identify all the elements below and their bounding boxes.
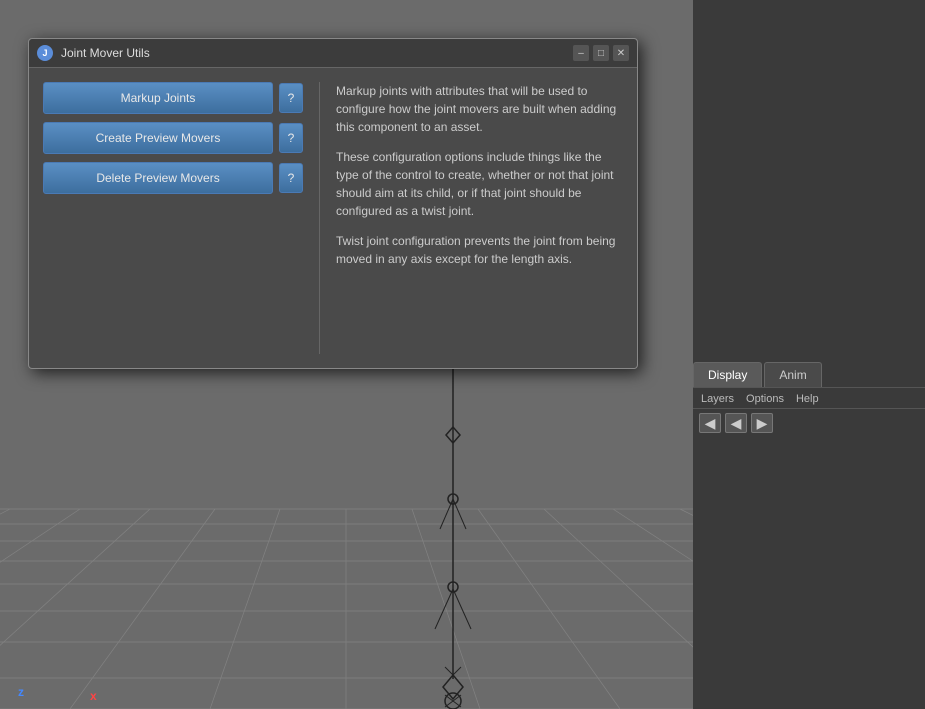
- delete-preview-movers-row: Delete Preview Movers ?: [43, 162, 303, 194]
- dialog-info-text: Markup joints with attributes that will …: [336, 82, 623, 354]
- panel-icon-3[interactable]: ▶: [751, 413, 773, 433]
- close-button[interactable]: ✕: [613, 45, 629, 61]
- right-panel-top-space: [693, 0, 925, 360]
- info-para-1: Markup joints with attributes that will …: [336, 82, 623, 136]
- right-panel-icon-bar: ◀ ◀ ▶: [693, 409, 925, 437]
- subtab-help[interactable]: Help: [794, 392, 821, 406]
- maximize-button[interactable]: □: [593, 45, 609, 61]
- z-axis-label: z: [18, 685, 24, 699]
- dialog-app-icon: J: [37, 45, 53, 61]
- tab-display[interactable]: Display: [693, 362, 762, 387]
- delete-preview-movers-help-button[interactable]: ?: [279, 163, 303, 193]
- dialog-window: J Joint Mover Utils – □ ✕ Markup Joints …: [28, 38, 638, 369]
- x-axis-label: x: [90, 689, 97, 703]
- create-preview-movers-help-button[interactable]: ?: [279, 123, 303, 153]
- info-para-3: Twist joint configuration prevents the j…: [336, 232, 623, 268]
- dialog-titlebar: J Joint Mover Utils – □ ✕: [29, 39, 637, 68]
- create-preview-movers-row: Create Preview Movers ?: [43, 122, 303, 154]
- right-panel: Display Anim Layers Options Help ◀ ◀ ▶: [693, 0, 925, 709]
- panel-icon-2[interactable]: ◀: [725, 413, 747, 433]
- panel-icon-1[interactable]: ◀: [699, 413, 721, 433]
- dialog-body: Markup Joints ? Create Preview Movers ? …: [29, 68, 637, 368]
- subtab-options[interactable]: Options: [744, 392, 786, 406]
- right-panel-subtabs: Layers Options Help: [693, 388, 925, 409]
- subtab-layers[interactable]: Layers: [699, 392, 736, 406]
- dialog-button-panel: Markup Joints ? Create Preview Movers ? …: [43, 82, 303, 354]
- dialog-title: Joint Mover Utils: [61, 46, 565, 60]
- right-panel-tabs: Display Anim: [693, 360, 925, 388]
- delete-preview-movers-button[interactable]: Delete Preview Movers: [43, 162, 273, 194]
- info-para-2: These configuration options include thin…: [336, 148, 623, 220]
- dialog-window-controls: – □ ✕: [573, 45, 629, 61]
- tab-anim[interactable]: Anim: [764, 362, 821, 387]
- markup-joints-row: Markup Joints ?: [43, 82, 303, 114]
- minimize-button[interactable]: –: [573, 45, 589, 61]
- grid-floor: [0, 309, 693, 709]
- markup-joints-help-button[interactable]: ?: [279, 83, 303, 113]
- divider: [319, 82, 320, 354]
- create-preview-movers-button[interactable]: Create Preview Movers: [43, 122, 273, 154]
- markup-joints-button[interactable]: Markup Joints: [43, 82, 273, 114]
